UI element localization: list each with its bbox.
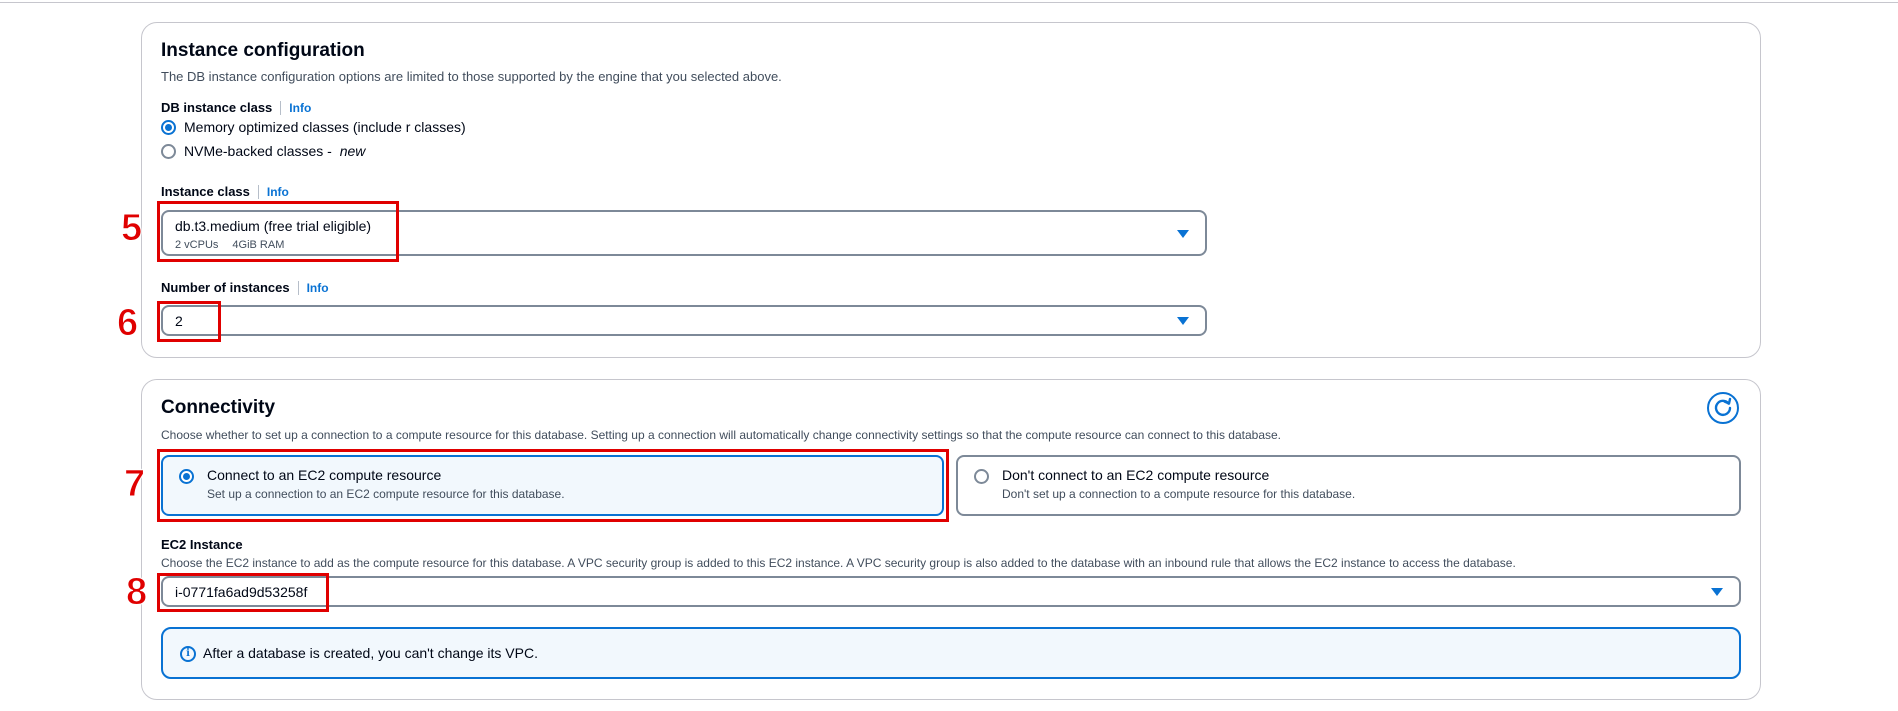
vpc-info-alert: i After a database is created, you can't… xyxy=(161,627,1741,679)
db-instance-class-info-link[interactable]: Info xyxy=(289,101,311,115)
instance-configuration-panel: Instance configuration The DB instance c… xyxy=(141,22,1761,358)
caret-down-icon xyxy=(1177,230,1189,238)
radio-memory-optimized-label: Memory optimized classes (include r clas… xyxy=(184,119,466,135)
info-circle-icon: i xyxy=(180,646,196,662)
caret-down-icon xyxy=(1711,588,1723,596)
radio-unselected-icon[interactable] xyxy=(974,469,989,484)
annotation-number-7: 7 xyxy=(123,463,146,506)
annotation-box-6 xyxy=(157,301,221,342)
number-of-instances-label: Number of instances Info xyxy=(161,280,329,295)
refresh-button[interactable] xyxy=(1707,392,1739,424)
ec2-instance-label: EC2 Instance xyxy=(161,537,243,552)
annotation-box-5 xyxy=(157,201,399,262)
label-separator xyxy=(257,184,259,199)
tile-dont-connect-ec2-title: Don't connect to an EC2 compute resource xyxy=(1002,467,1270,483)
connectivity-description: Choose whether to set up a connection to… xyxy=(161,428,1281,442)
new-badge: new xyxy=(339,143,366,159)
annotation-box-7 xyxy=(157,449,949,522)
label-separator xyxy=(280,100,282,115)
instance-class-label: Instance class Info xyxy=(161,184,289,199)
tile-dont-connect-ec2[interactable]: Don't connect to an EC2 compute resource… xyxy=(956,455,1741,516)
db-instance-class-label-text: DB instance class xyxy=(161,100,273,115)
instance-class-label-text: Instance class xyxy=(161,184,250,199)
ec2-instance-select[interactable]: i-0771fa6ad9d53258f xyxy=(161,576,1741,607)
radio-memory-optimized[interactable]: Memory optimized classes (include r clas… xyxy=(161,119,466,135)
caret-down-icon xyxy=(1177,317,1189,325)
tile-dont-connect-ec2-description: Don't set up a connection to a compute r… xyxy=(1002,487,1356,501)
db-instance-class-label: DB instance class Info xyxy=(161,100,311,115)
annotation-box-8 xyxy=(157,573,329,612)
connectivity-panel: Connectivity Choose whether to set up a … xyxy=(141,379,1761,700)
top-divider xyxy=(0,2,1898,3)
refresh-icon xyxy=(1714,397,1732,417)
number-of-instances-select[interactable]: 2 xyxy=(161,305,1207,336)
vpc-info-alert-text: After a database is created, you can't c… xyxy=(203,645,538,661)
instance-configuration-description: The DB instance configuration options ar… xyxy=(161,69,782,84)
annotation-number-5: 5 xyxy=(120,207,143,250)
annotation-number-8: 8 xyxy=(125,571,148,614)
label-separator xyxy=(297,280,299,295)
radio-nvme-backed-label: NVMe-backed classes - xyxy=(184,143,336,159)
instance-class-info-link[interactable]: Info xyxy=(267,185,289,199)
ec2-instance-description: Choose the EC2 instance to add as the co… xyxy=(161,556,1516,570)
connectivity-title: Connectivity xyxy=(161,397,276,418)
radio-unselected-icon[interactable] xyxy=(161,143,176,159)
number-of-instances-info-link[interactable]: Info xyxy=(307,281,329,295)
annotation-number-6: 6 xyxy=(116,302,139,345)
radio-selected-icon[interactable] xyxy=(161,119,176,135)
instance-configuration-title: Instance configuration xyxy=(161,40,365,61)
radio-nvme-backed[interactable]: NVMe-backed classes - new xyxy=(161,143,365,159)
number-of-instances-label-text: Number of instances xyxy=(161,280,290,295)
